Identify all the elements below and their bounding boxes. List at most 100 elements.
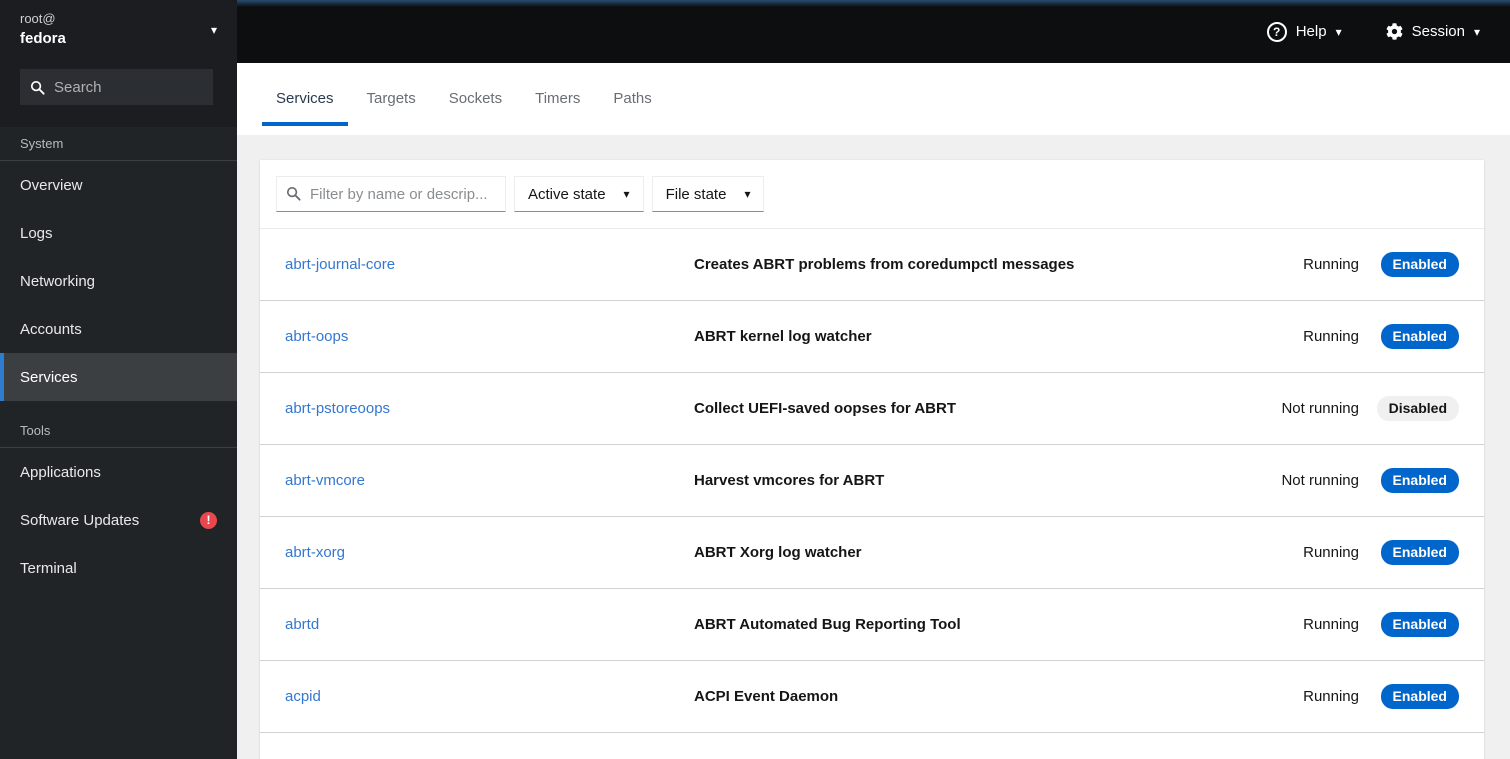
service-file-state-badge: Enabled (1380, 540, 1459, 565)
notification-badge: ! (200, 511, 217, 529)
content-area: Active state ▾ File state ▾ abrt-journal… (237, 135, 1510, 759)
active-state-select[interactable]: Active state ▾ (514, 176, 644, 212)
help-icon-glyph: ? (1273, 24, 1281, 39)
service-active-state: Running (1303, 544, 1359, 561)
table-row[interactable]: abrt-xorg ABRT Xorg log watcher Running Ena… (260, 517, 1484, 589)
service-description: Collect UEFI-saved oopses for ABRT (694, 400, 956, 417)
search-icon (30, 80, 45, 95)
help-label: Help (1295, 23, 1327, 40)
session-label: Session (1411, 23, 1465, 40)
service-file-state-badge: Enabled (1380, 324, 1459, 349)
tab-label: Sockets (448, 90, 503, 107)
service-active-state: Not running (1281, 472, 1359, 489)
active-state-label: Active state (528, 185, 606, 203)
services-card: Active state ▾ File state ▾ abrt-journal… (260, 160, 1484, 759)
table-row[interactable]: acpid ACPI Event Daemon Running Enabled (260, 661, 1484, 733)
help-menu[interactable]: ? Help ▾ (1266, 21, 1342, 42)
help-icon: ? (1266, 21, 1287, 42)
tab-label: Paths (613, 90, 652, 107)
masthead: ? Help ▾ Session ▾ (237, 0, 1510, 63)
chevron-down-icon: ▾ (1473, 24, 1480, 39)
nav-section-title: System (0, 136, 237, 162)
sidebar-item-label: Accounts (20, 320, 82, 338)
tab-paths[interactable]: Paths (599, 71, 665, 126)
service-file-state-cell: Enabled (1377, 252, 1459, 277)
chevron-down-icon: ▾ (744, 187, 751, 201)
service-link[interactable]: abrt-xorg (285, 544, 694, 561)
main-area: ? Help ▾ Session ▾ Services Targets Socket… (237, 0, 1510, 759)
service-file-state-cell: Enabled (1377, 540, 1459, 565)
sidebar-item-label: Applications (20, 463, 101, 481)
service-file-state-cell: Enabled (1377, 324, 1459, 349)
service-active-state: Not running (1281, 400, 1359, 417)
sidebar-item-overview[interactable]: Overview (0, 161, 237, 209)
service-file-state-badge: Enabled (1380, 468, 1459, 493)
tab-timers[interactable]: Timers (521, 71, 594, 126)
sidebar-item-terminal[interactable]: Terminal (0, 544, 237, 592)
sidebar-item-accounts[interactable]: Accounts (0, 305, 237, 353)
service-file-state-cell: Enabled (1377, 468, 1459, 493)
table-row[interactable]: abrt-journal-core Creates ABRT problems f… (260, 229, 1484, 301)
service-active-state: Running (1303, 328, 1359, 345)
service-link[interactable]: abrt-journal-core (285, 256, 694, 273)
search-icon (286, 186, 301, 201)
logged-in-user: root@ (20, 11, 56, 26)
tab-label: Targets (366, 90, 416, 107)
sidebar-item-label: Services (20, 368, 78, 386)
service-description: ABRT Xorg log watcher (694, 544, 862, 561)
sidebar-item-label: Software Updates (20, 511, 140, 529)
table-row-partial (260, 733, 1484, 753)
services-table: abrt-journal-core Creates ABRT problems f… (260, 229, 1484, 733)
service-link[interactable]: acpid (285, 688, 694, 705)
tab-label: Services (276, 90, 334, 107)
service-file-state-badge: Enabled (1380, 684, 1459, 709)
sidebar-nav: System Overview Logs Networking Accounts Serv… (0, 127, 237, 759)
sidebar-search (20, 69, 213, 106)
service-link[interactable]: abrtd (285, 616, 694, 633)
host-switcher[interactable]: root@ fedora ▾ (0, 0, 237, 50)
tab-sockets[interactable]: Sockets (435, 71, 516, 126)
chevron-down-icon: ▾ (623, 187, 630, 201)
filter-input[interactable] (276, 176, 506, 212)
file-state-select[interactable]: File state ▾ (651, 176, 765, 212)
table-row[interactable]: abrtd ABRT Automated Bug Reporting Tool Ru… (260, 589, 1484, 661)
service-description: Creates ABRT problems from coredumpctl m… (694, 256, 1075, 273)
sidebar-item-applications[interactable]: Applications (0, 448, 237, 496)
session-menu[interactable]: Session ▾ (1386, 23, 1480, 40)
sidebar-item-software-updates[interactable]: Software Updates! (0, 496, 237, 544)
service-file-state-cell: Enabled (1377, 684, 1459, 709)
sidebar-header: root@ fedora ▾ (0, 0, 237, 128)
tab-bar: Services Targets Sockets Timers Paths (237, 63, 1510, 135)
table-row[interactable]: abrt-pstoreoops Collect UEFI-saved oopses… (260, 373, 1484, 445)
table-row[interactable]: abrt-oops ABRT kernel log watcher Running E… (260, 301, 1484, 373)
nav-section-system: System Overview Logs Networking Accounts Serv… (0, 136, 237, 402)
table-row[interactable]: abrt-vmcore Harvest vmcores for ABRT Not r… (260, 445, 1484, 517)
service-link[interactable]: abrt-vmcore (285, 472, 694, 489)
chevron-down-icon: ▾ (210, 23, 217, 38)
sidebar-item-networking[interactable]: Networking (0, 257, 237, 305)
sidebar-item-label: Terminal (20, 559, 77, 577)
sidebar-item-services[interactable]: Services (0, 353, 237, 402)
filter-field (276, 176, 506, 212)
search-input[interactable] (20, 69, 213, 106)
sidebar-item-label: Logs (20, 224, 53, 242)
service-description: Harvest vmcores for ABRT (694, 472, 885, 489)
service-file-state-badge: Enabled (1380, 252, 1459, 277)
file-state-label: File state (665, 185, 727, 203)
service-description: ABRT Automated Bug Reporting Tool (694, 616, 961, 633)
service-link[interactable]: abrt-oops (285, 328, 694, 345)
sidebar-item-label: Overview (20, 176, 83, 194)
service-active-state: Running (1303, 616, 1359, 633)
sidebar-item-logs[interactable]: Logs (0, 209, 237, 257)
service-description: ABRT kernel log watcher (694, 328, 872, 345)
host-name: fedora (20, 29, 66, 47)
filter-toolbar: Active state ▾ File state ▾ (260, 160, 1484, 229)
nav-section-tools: Tools Applications Software Updates! Termin… (0, 423, 237, 592)
service-file-state-cell: Disabled (1376, 396, 1459, 421)
chevron-down-icon: ▾ (1335, 24, 1342, 39)
tab-targets[interactable]: Targets (353, 71, 430, 126)
service-link[interactable]: abrt-pstoreoops (285, 400, 694, 417)
tab-services[interactable]: Services (262, 71, 348, 126)
service-file-state-cell: Enabled (1377, 612, 1459, 637)
service-file-state-badge: Disabled (1376, 396, 1459, 421)
